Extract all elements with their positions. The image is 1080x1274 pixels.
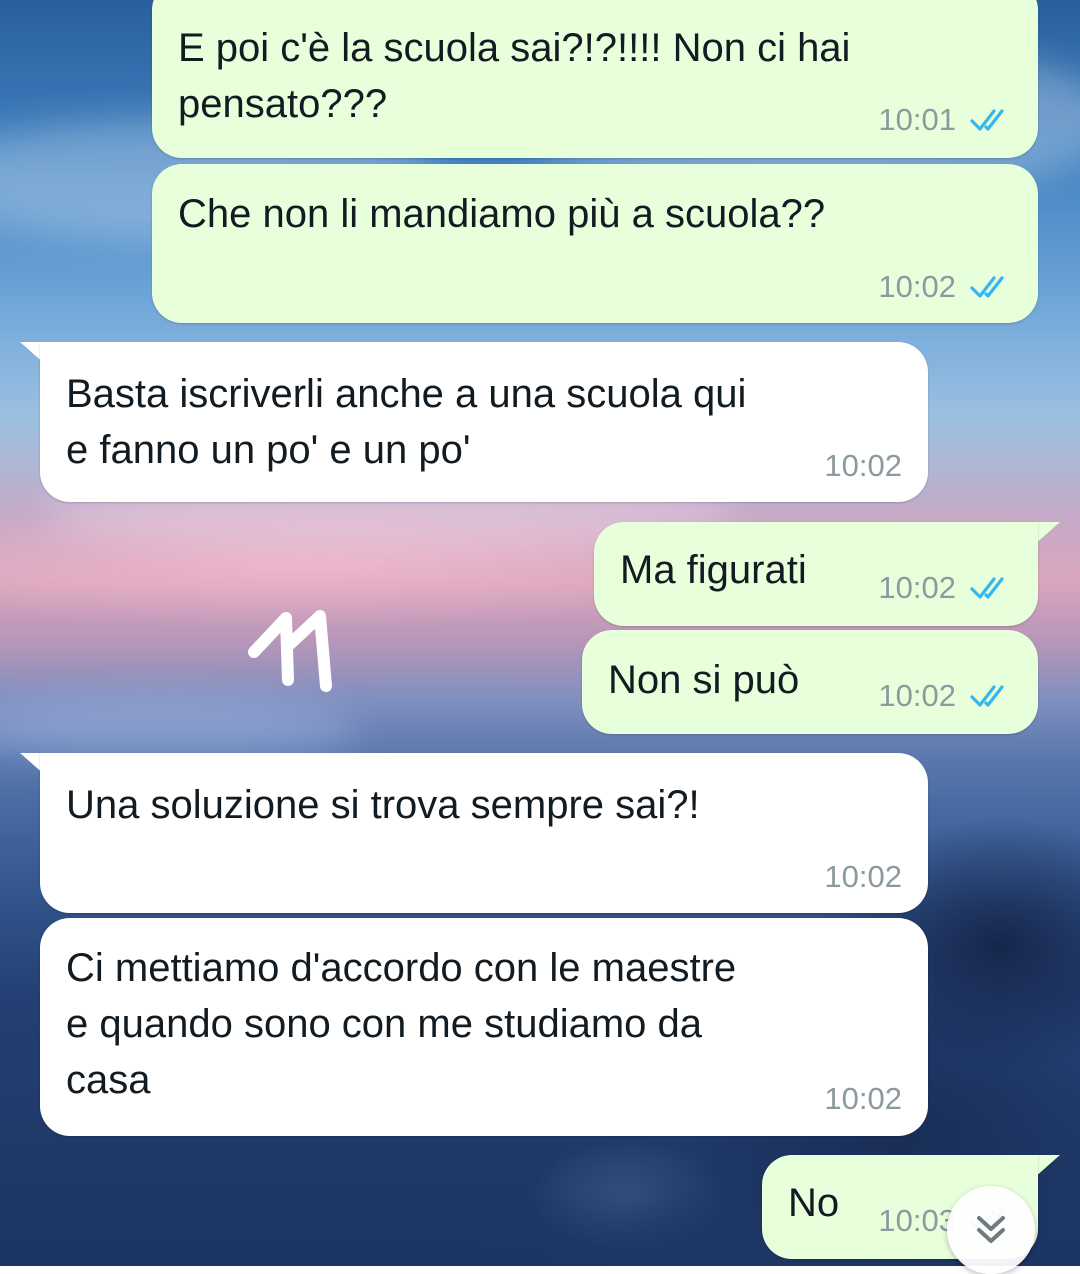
- message-text: Che non li mandiamo più a scuola??: [178, 192, 826, 236]
- message-meta: 10:01: [878, 102, 1014, 138]
- double-check-icon: [970, 109, 1004, 131]
- message-bubble-incoming[interactable]: Ci mettiamo d'accordo con le maestre e q…: [40, 918, 928, 1136]
- double-check-icon: [970, 276, 1004, 298]
- double-check-icon: [970, 685, 1004, 707]
- message-text: Basta iscriverli anche a una scuola qui …: [66, 372, 747, 472]
- message-bubble-outgoing[interactable]: Non si può 10:02: [582, 630, 1038, 734]
- message-bubble-incoming[interactable]: Una soluzione si trova sempre sai?! 10:0…: [40, 753, 928, 913]
- message-time: 10:02: [824, 448, 902, 483]
- message-bubble-outgoing[interactable]: Che non li mandiamo più a scuola?? 10:02: [152, 164, 1038, 323]
- message-text: No: [788, 1181, 840, 1225]
- message-meta: 10:02: [878, 678, 1014, 714]
- message-meta: 10:02: [878, 269, 1014, 305]
- message-bubble-outgoing[interactable]: E poi c'è la scuola sai?!?!!!! Non ci ha…: [152, 0, 1038, 158]
- message-time: 10:02: [824, 859, 902, 894]
- message-meta: 10:02: [824, 1081, 902, 1117]
- message-text: Una soluzione si trova sempre sai?!: [66, 783, 700, 827]
- message-text: Ci mettiamo d'accordo con le maestre e q…: [66, 946, 737, 1102]
- scroll-to-bottom-button[interactable]: [947, 1186, 1035, 1274]
- message-time: 10:02: [878, 269, 956, 304]
- message-meta: 10:02: [878, 570, 1014, 606]
- double-check-icon: [970, 577, 1004, 599]
- message-meta: 10:02: [824, 859, 902, 895]
- chevron-double-down-icon: [977, 1216, 1005, 1243]
- message-text: Ma figurati: [620, 548, 807, 592]
- message-meta: 10:02: [824, 448, 902, 484]
- message-time: 10:02: [824, 1081, 902, 1116]
- message-text: E poi c'è la scuola sai?!?!!!! Non ci ha…: [178, 26, 851, 126]
- handwritten-drawing: [248, 610, 332, 692]
- message-time: 10:01: [878, 102, 956, 137]
- message-time: 10:02: [878, 678, 956, 713]
- message-bubble-outgoing[interactable]: Ma figurati 10:02: [594, 522, 1038, 626]
- message-text: Non si può: [608, 658, 800, 702]
- message-bubble-incoming[interactable]: Basta iscriverli anche a una scuola qui …: [40, 342, 928, 502]
- message-time: 10:02: [878, 570, 956, 605]
- message-time: 10:03: [878, 1203, 956, 1238]
